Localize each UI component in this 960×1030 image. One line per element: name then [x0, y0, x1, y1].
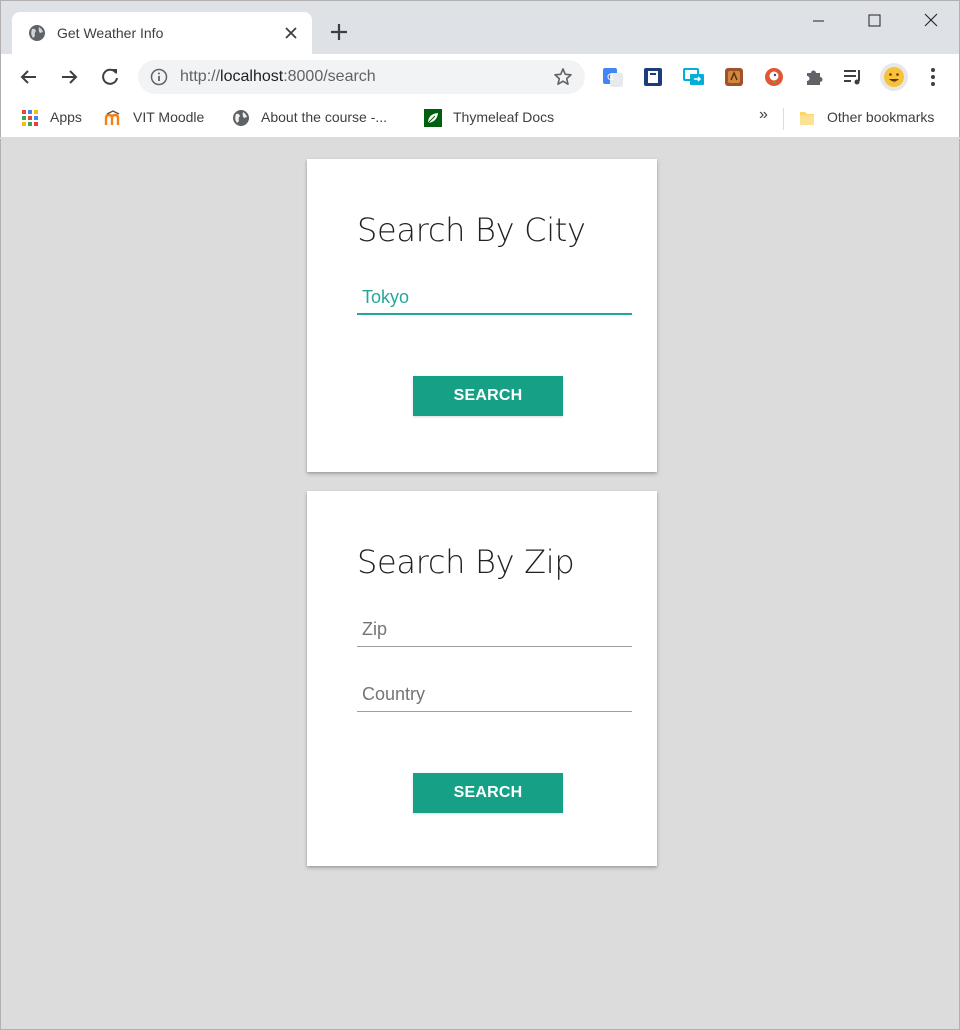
emoji-face-icon: [884, 67, 904, 87]
duckduckgo-icon[interactable]: [763, 66, 785, 88]
profile-avatar[interactable]: [880, 63, 908, 91]
minimize-icon[interactable]: [795, 7, 841, 35]
forward-arrow-icon[interactable]: [56, 64, 82, 90]
country-input[interactable]: [357, 678, 632, 710]
folder-icon: [800, 112, 814, 125]
url-scheme: http://: [180, 68, 221, 85]
bookmarks-overflow-chevron[interactable]: »: [759, 106, 768, 124]
close-window-icon[interactable]: [908, 7, 954, 35]
extensions-puzzle-icon[interactable]: [803, 66, 825, 88]
zip-card-title: Search By Zip: [357, 543, 575, 581]
tab-title: Get Weather Info: [57, 25, 164, 41]
city-field[interactable]: [357, 281, 632, 315]
globe-icon: [233, 110, 249, 126]
bookmark-other-bookmarks-label: Other bookmarks: [827, 109, 935, 125]
bookmark-vit-moodle-label: VIT Moodle: [133, 109, 205, 125]
zip-field[interactable]: [357, 613, 632, 647]
close-tab-icon[interactable]: [282, 24, 300, 42]
bookmarks-divider: [783, 108, 784, 130]
country-field[interactable]: [357, 678, 632, 712]
globe-icon: [29, 25, 45, 41]
url-text: http://localhost:8000/search: [180, 68, 376, 86]
bookmark-star-icon[interactable]: [553, 67, 573, 87]
bookmark-thymeleaf-docs-label: Thymeleaf Docs: [453, 109, 555, 125]
url-path: :8000/search: [283, 68, 376, 85]
city-card-title: Search By City: [357, 211, 586, 249]
svg-text:G: G: [607, 73, 614, 83]
zip-search-button[interactable]: Search: [413, 773, 563, 813]
google-translate-icon[interactable]: G: [602, 66, 624, 88]
browser-menu-icon[interactable]: [924, 66, 942, 88]
page-content: Search By City Search Search By Zip Sear…: [0, 139, 960, 1030]
title-bar: Get Weather Info: [0, 0, 960, 55]
bookmark-apps-label: Apps: [50, 109, 82, 125]
city-search-button[interactable]: Search: [413, 376, 563, 416]
bookmarks-bar: Apps VIT Moodle About the course -... Th…: [0, 100, 960, 138]
notebook-extension-icon[interactable]: [723, 66, 745, 88]
city-input[interactable]: [357, 281, 632, 313]
moodle-icon: [104, 110, 120, 125]
bookmark-about-course-label: About the course -...: [261, 109, 388, 125]
url-host: localhost: [220, 68, 284, 85]
media-queue-icon[interactable]: [842, 66, 864, 88]
info-icon[interactable]: [150, 68, 168, 86]
thymeleaf-leaf-icon: [424, 109, 442, 127]
active-tab[interactable]: Get Weather Info: [12, 12, 312, 55]
reload-icon[interactable]: [97, 64, 123, 90]
reader-extension-icon[interactable]: [642, 66, 664, 88]
maximize-icon[interactable]: [851, 7, 897, 35]
apps-grid-icon: [22, 110, 38, 126]
address-bar[interactable]: http://localhost:8000/search: [138, 60, 585, 94]
zip-input[interactable]: [357, 613, 632, 645]
search-by-city-card: Search By City Search: [307, 159, 657, 472]
search-by-zip-card: Search By Zip Search: [307, 491, 657, 866]
screen-share-extension-icon[interactable]: [683, 66, 705, 88]
new-tab-icon[interactable]: [328, 21, 350, 43]
back-arrow-icon[interactable]: [16, 64, 42, 90]
browser-toolbar: http://localhost:8000/search G: [0, 54, 960, 100]
